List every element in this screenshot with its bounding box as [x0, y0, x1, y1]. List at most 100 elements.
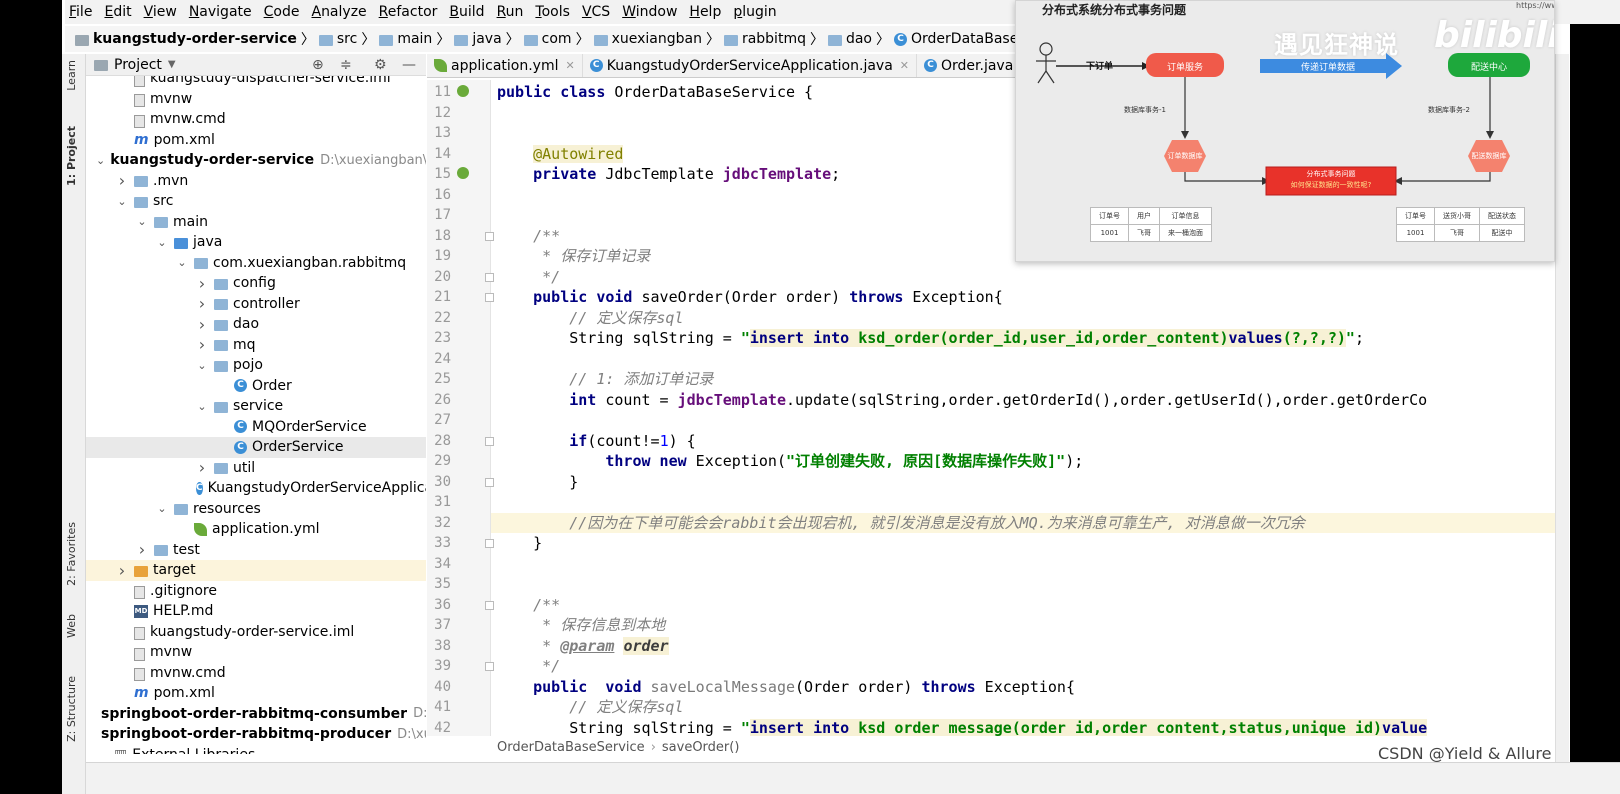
close-icon[interactable]: ✕: [566, 59, 575, 72]
order-db-label: 订单数据库: [1167, 152, 1203, 160]
close-icon[interactable]: ✕: [900, 59, 909, 72]
menu-item-run[interactable]: Run: [497, 4, 524, 20]
tree-item[interactable]: kuangstudy-dispatcher-service.iml: [86, 76, 426, 89]
chevron-down-icon[interactable]: ⌄: [176, 256, 188, 269]
tree-item[interactable]: ⌄ pojo: [86, 355, 426, 376]
chevron-down-icon[interactable]: ⌄: [156, 236, 168, 249]
tree-item[interactable]: › controller: [86, 294, 426, 315]
tree-item[interactable]: kuangstudy-order-service.iml: [86, 622, 426, 643]
breadcrumb-item[interactable]: src: [318, 31, 357, 47]
menu-item-window[interactable]: Window: [622, 4, 677, 20]
tree-item[interactable]: C Order: [86, 376, 426, 397]
tree-item[interactable]: ⌄ java: [86, 232, 426, 253]
chevron-right-icon[interactable]: ›: [136, 540, 148, 559]
menu-item-navigate[interactable]: Navigate: [189, 4, 252, 20]
chevron-down-icon[interactable]: ⌄: [156, 502, 168, 515]
menu-item-build[interactable]: Build: [449, 4, 484, 20]
chevron-right-icon[interactable]: ›: [116, 171, 128, 190]
breadcrumb-item[interactable]: com: [523, 31, 572, 47]
tree-item[interactable]: ⌄ src: [86, 191, 426, 212]
tree-item[interactable]: › util: [86, 458, 426, 479]
tree-item[interactable]: springboot-order-rabbitmq-producer D:\xue…: [86, 724, 426, 745]
editor-tab[interactable]: COrder.java✕: [917, 54, 1015, 77]
tree-item[interactable]: › config: [86, 273, 426, 294]
chevron-right-icon[interactable]: ›: [196, 335, 208, 354]
editor-tab[interactable]: application.yml ✕: [427, 54, 583, 77]
tree-item[interactable]: .gitignore: [86, 581, 426, 602]
chevron-down-icon[interactable]: ⌄: [116, 195, 128, 208]
menu-item-view[interactable]: View: [144, 4, 177, 20]
tree-item[interactable]: ⌄ kuangstudy-order-service D:\xuexiangban\…: [86, 150, 426, 171]
spring-bean-icon[interactable]: [457, 85, 469, 97]
web-tool-tab[interactable]: Web: [65, 614, 78, 638]
tree-item[interactable]: ⌄ com.xuexiangban.rabbitmq: [86, 253, 426, 274]
spring-bean-icon[interactable]: [457, 167, 469, 179]
tree-item[interactable]: springboot-order-rabbitmq-consumber D:\xu…: [86, 704, 426, 725]
tree-item[interactable]: m pom.xml: [86, 683, 426, 704]
tree-item[interactable]: MD HELP.md: [86, 601, 426, 622]
menu-item-edit[interactable]: Edit: [104, 4, 131, 20]
tree-item[interactable]: m pom.xml: [86, 130, 426, 151]
chevron-down-icon[interactable]: ⌄: [96, 154, 105, 167]
locate-icon[interactable]: ⊕: [312, 57, 324, 73]
tree-item[interactable]: C MQOrderService: [86, 417, 426, 438]
editor-tab[interactable]: C KuangstudyOrderServiceApplication.java ✕: [583, 54, 917, 77]
menu-item-help[interactable]: Help: [689, 4, 721, 20]
chevron-right-icon[interactable]: ›: [196, 458, 208, 477]
tree-item[interactable]: C OrderService: [86, 437, 426, 458]
chevron-right-icon[interactable]: ›: [196, 274, 208, 293]
chevron-down-icon[interactable]: ⌄: [196, 400, 208, 413]
tree-item[interactable]: ▥ External Libraries: [86, 745, 426, 754]
editor-breadcrumb-class[interactable]: OrderDataBaseService: [497, 740, 645, 755]
chevron-right-icon[interactable]: ›: [116, 561, 128, 580]
menu-item-analyze[interactable]: Analyze: [311, 4, 366, 20]
breadcrumb-item[interactable]: main: [379, 31, 432, 47]
menu-item-refactor[interactable]: Refactor: [379, 4, 438, 20]
chevron-down-icon[interactable]: ⌄: [196, 359, 208, 372]
menu-item-code[interactable]: Code: [264, 4, 300, 20]
structure-tool-tab[interactable]: Z: Structure: [65, 676, 78, 742]
editor-breadcrumb-method[interactable]: saveOrder(): [662, 740, 740, 755]
breadcrumb-item[interactable]: xuexiangban: [593, 31, 702, 47]
breadcrumb-item[interactable]: dao: [827, 31, 872, 47]
yaml-icon: [434, 59, 447, 72]
menu-item-tools[interactable]: Tools: [535, 4, 570, 20]
tree-item[interactable]: › target: [86, 560, 426, 581]
tree-item[interactable]: mvnw.cmd: [86, 109, 426, 130]
learn-tab[interactable]: Learn: [65, 60, 78, 91]
code-line: // 定义保存sql: [569, 308, 684, 327]
project-tool-tab[interactable]: 1: Project: [65, 126, 78, 186]
tree-item[interactable]: › mq: [86, 335, 426, 356]
breadcrumb-item[interactable]: kuangstudy-order-service: [75, 31, 297, 47]
chevron-down-icon[interactable]: ▼: [168, 59, 176, 70]
tree-item[interactable]: ⌄ main: [86, 212, 426, 233]
tree-item[interactable]: › test: [86, 540, 426, 561]
minimize-icon[interactable]: —: [402, 57, 416, 73]
tree-item[interactable]: mvnw.cmd: [86, 663, 426, 684]
tree-item[interactable]: application.yml: [86, 519, 426, 540]
favorites-tool-tab[interactable]: 2: Favorites: [65, 522, 78, 586]
tree-item[interactable]: mvnw: [86, 89, 426, 110]
menu-item-plugin[interactable]: plugin: [733, 4, 776, 20]
tree-item[interactable]: C KuangstudyOrderServiceApplication: [86, 478, 426, 499]
gear-icon[interactable]: ⚙: [374, 57, 387, 73]
project-panel-title[interactable]: Project: [114, 57, 162, 73]
tree-item-label: kuangstudy-order-service: [110, 152, 315, 169]
breadcrumb-item[interactable]: java: [454, 31, 502, 47]
chevron-right-icon[interactable]: ›: [196, 294, 208, 313]
tree-item[interactable]: ⌄ resources: [86, 499, 426, 520]
folder-icon: [214, 319, 228, 331]
collapse-icon[interactable]: ≑: [340, 57, 352, 73]
menu-item-file[interactable]: File: [69, 4, 92, 20]
chevron-right-icon[interactable]: ›: [196, 315, 208, 334]
tree-item[interactable]: › dao: [86, 314, 426, 335]
dispatch-table-header: 订单号: [1396, 207, 1435, 225]
breadcrumb-item[interactable]: rabbitmq: [723, 31, 806, 47]
menu-item-vcs[interactable]: VCS: [582, 4, 610, 20]
chevron-down-icon[interactable]: ⌄: [136, 215, 148, 228]
order-table-cell: 来一桶泡面: [1159, 224, 1212, 242]
tree-item[interactable]: ⌄ service: [86, 396, 426, 417]
tree-item[interactable]: mvnw: [86, 642, 426, 663]
tree-item[interactable]: › .mvn: [86, 171, 426, 192]
tx1-label: 数据库事务-1: [1124, 106, 1166, 114]
